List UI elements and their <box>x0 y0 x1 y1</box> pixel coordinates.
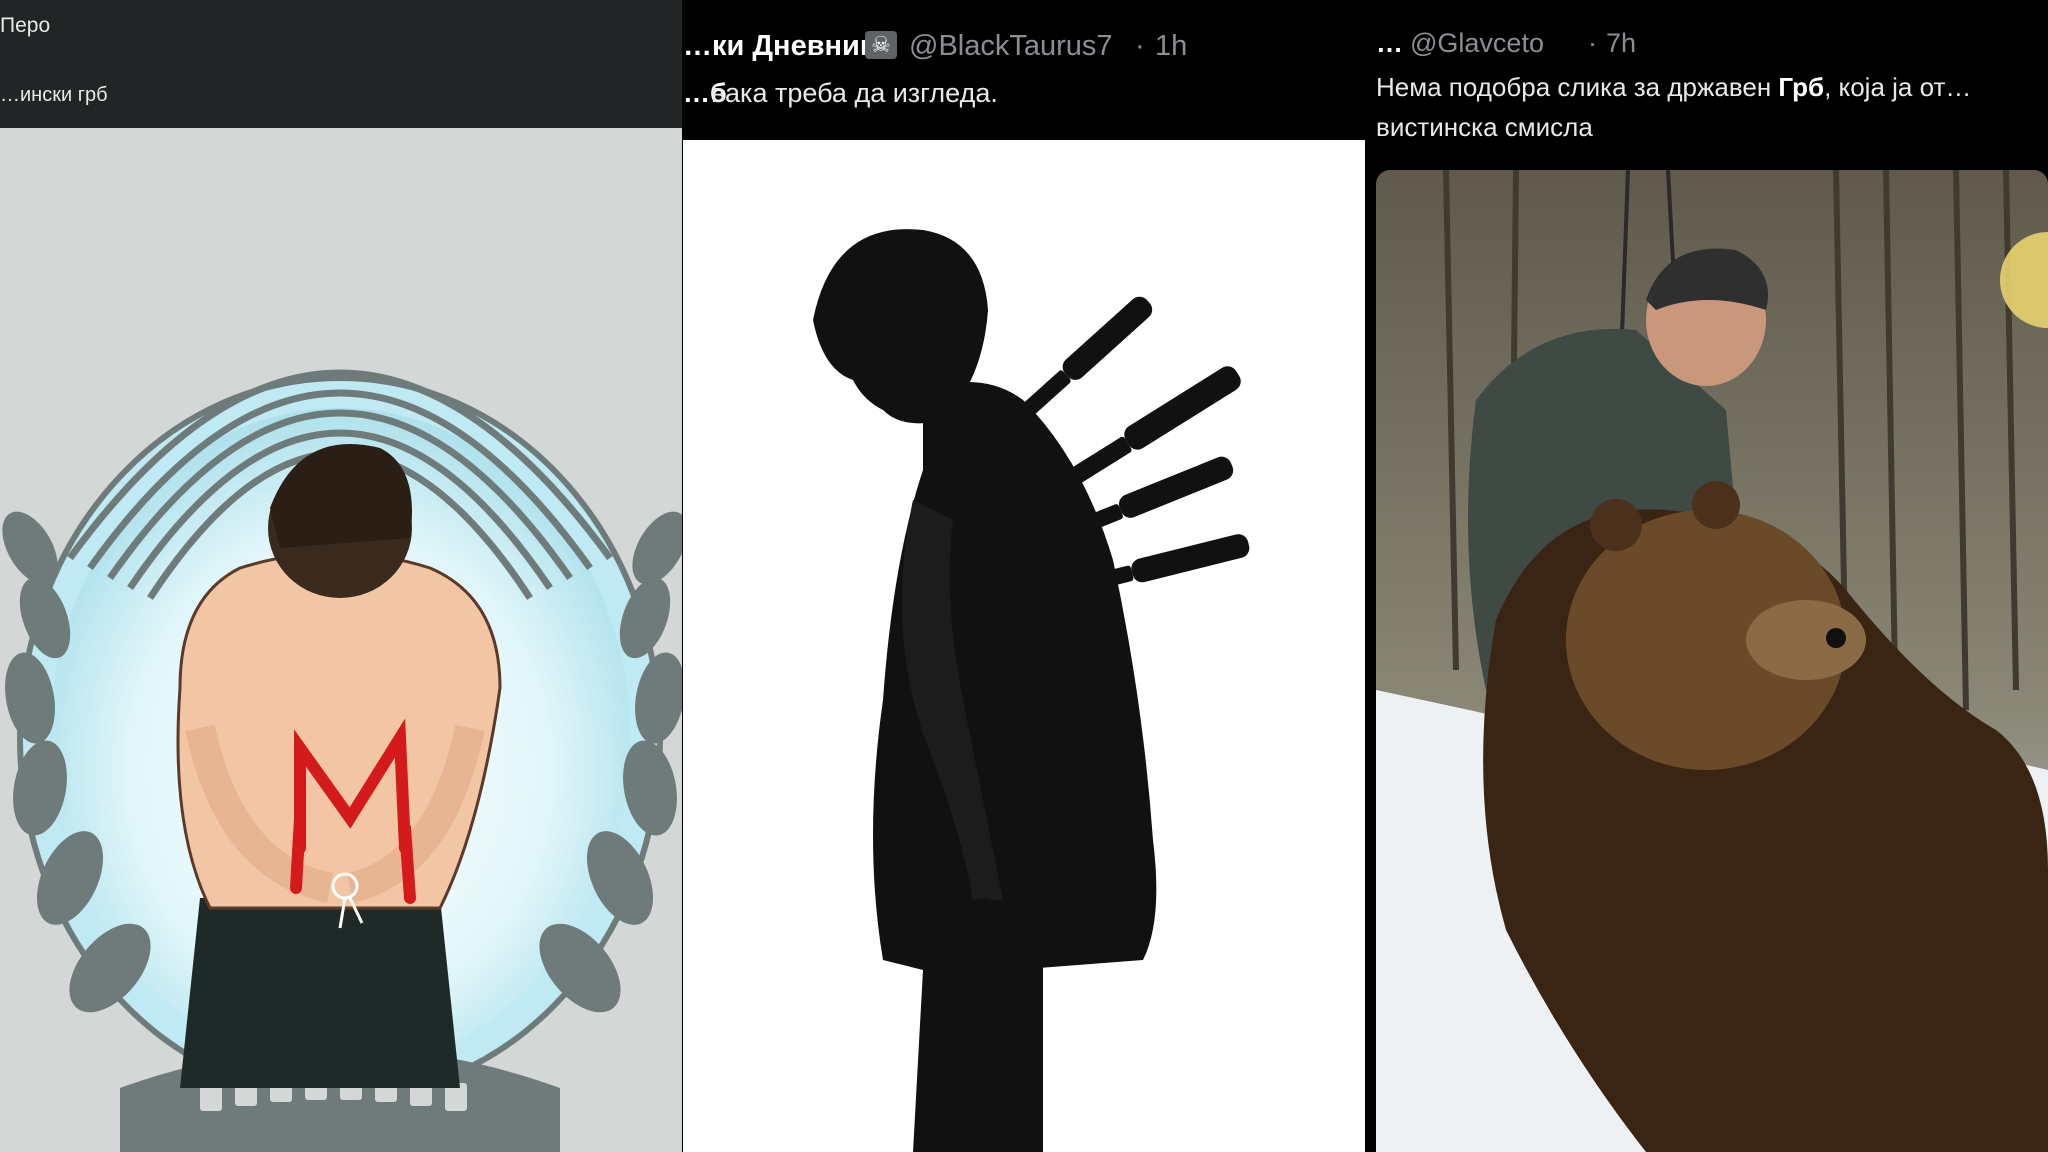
tweet-text-post: , која ја от… <box>1824 72 1972 102</box>
tweet-text: вака треба да изгледа. <box>711 78 998 108</box>
tweet-header: Перо …ински грб <box>0 0 682 128</box>
tweet-text: …ински грб <box>0 84 108 106</box>
tweet-header: …ки Дневник ☠ @BlackTaurus7 · 1h …б вака… <box>683 0 1365 140</box>
author-name[interactable]: … <box>1376 28 1403 59</box>
tweet-image[interactable] <box>1366 170 2048 1152</box>
tweet-text-pre: Нема подобра слика за државен <box>1376 72 1779 102</box>
tweet-header: … @Glavceto · 7h Нема подобра слика за д… <box>1366 0 2048 170</box>
tweet-image[interactable] <box>683 140 1365 1152</box>
tweet-panel-2: …ки Дневник ☠ @BlackTaurus7 · 1h …б вака… <box>683 0 1365 1152</box>
tweet-panel-3: … @Glavceto · 7h Нема подобра слика за д… <box>1366 0 2048 1152</box>
tweet-text-bold: Грб <box>1778 72 1825 102</box>
time-separator: · <box>1588 28 1597 58</box>
tweet-image[interactable] <box>0 128 682 1152</box>
skull-crossbones-icon: ☠ <box>865 31 897 59</box>
time-separator: · <box>1135 30 1145 62</box>
tweet-text-line-1: Нема подобра слика за државен Грб, која … <box>1376 72 1971 103</box>
author-name[interactable]: …ки Дневник <box>683 30 874 63</box>
tweet-panel-1: Перо …ински грб <box>0 0 682 1152</box>
tweet-time[interactable]: 1h <box>1155 30 1187 63</box>
author-handle[interactable]: @BlackTaurus7 <box>909 30 1113 63</box>
tweet-time[interactable]: 7h <box>1606 28 1636 59</box>
author-handle[interactable]: @Glavceto <box>1410 28 1544 59</box>
author-name[interactable]: Перо <box>0 14 50 38</box>
tweet-text-line-2: вистинска смисла <box>1376 112 1593 142</box>
